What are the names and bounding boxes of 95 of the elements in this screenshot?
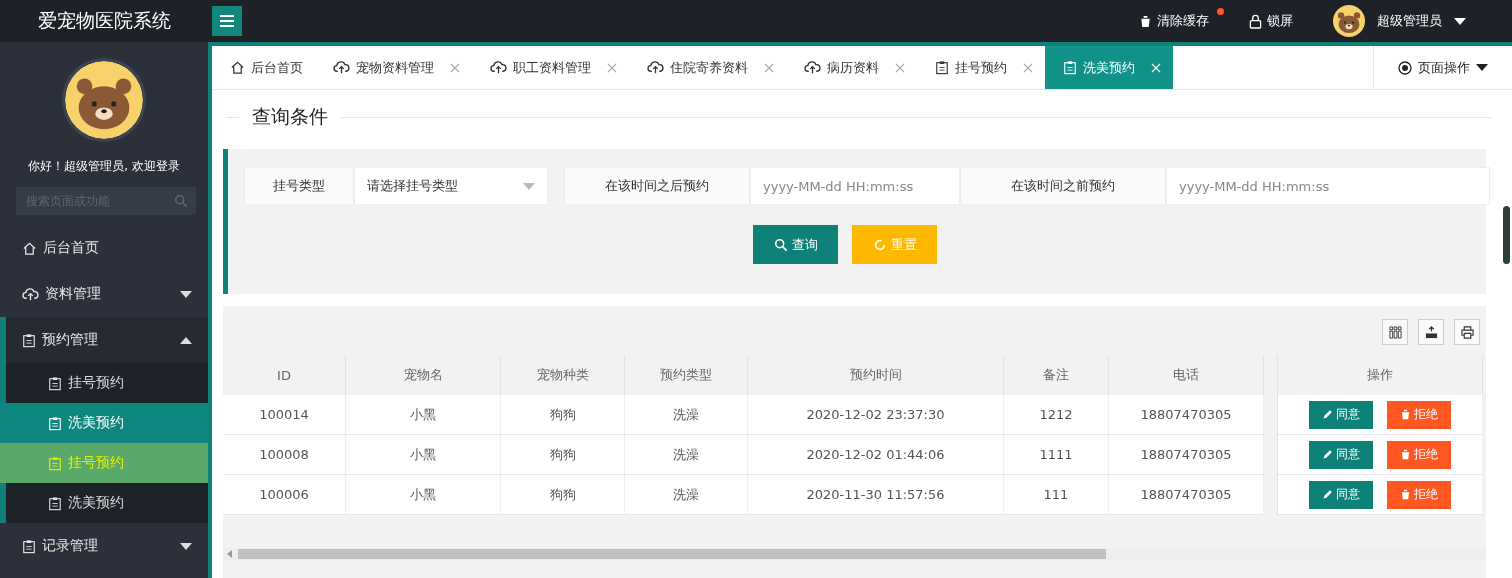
sidebar-subitem[interactable]: 洗美预约 (6, 483, 208, 523)
table-cell: 2020-12-02 01:44:06 (748, 435, 1004, 475)
table-cell: 1111 (1004, 435, 1109, 475)
table-cell: 洗澡 (625, 475, 748, 515)
vertical-scrollbar[interactable] (1503, 206, 1510, 264)
table-cell: 111 (1004, 475, 1109, 515)
avatar-icon (1333, 5, 1365, 37)
clipboard-icon (48, 495, 62, 511)
approve-button[interactable]: 同意 (1309, 400, 1373, 429)
radio-icon (1398, 60, 1412, 75)
sidebar-item[interactable]: 资料管理 (0, 271, 208, 317)
grid-icon (1388, 325, 1402, 339)
field-label: 在该时间之后预约 (564, 167, 750, 205)
clipboard-icon (22, 332, 36, 348)
select-field[interactable]: 请选择挂号类型 (354, 167, 548, 205)
search-icon (773, 237, 788, 252)
page-tab[interactable]: 住院寄养资料 (629, 46, 786, 89)
field-label: 在该时间之前预约 (960, 167, 1166, 205)
pencil-icon (1322, 409, 1333, 420)
search-button[interactable]: 查询 (753, 225, 838, 264)
search-icon (174, 194, 188, 208)
menu-icon (219, 14, 235, 28)
page-tab[interactable]: 职工资料管理 (472, 46, 629, 89)
table-cell: 1212 (1004, 395, 1109, 435)
table-cell: 18807470305 (1109, 475, 1264, 515)
caret-icon (1454, 17, 1466, 25)
cloud-upload-icon (647, 60, 664, 75)
page-tab[interactable]: 洗美预约 (1045, 46, 1173, 89)
datetime-field[interactable]: yyyy-MM-dd HH:mm:ss (1166, 167, 1490, 205)
cloud-upload-icon (22, 286, 39, 302)
trash-icon (1139, 14, 1152, 28)
approve-button[interactable]: 同意 (1309, 480, 1373, 509)
sidebar-subitem[interactable]: 洗美预约 (0, 403, 208, 443)
table-cell: 狗狗 (501, 435, 625, 475)
refresh-icon (872, 237, 887, 252)
table-cell: 小黑 (346, 395, 501, 435)
sidebar-item[interactable]: 后台首页 (0, 225, 208, 271)
table-cell: 18807470305 (1109, 435, 1264, 475)
section-title: 查询条件 (252, 104, 328, 129)
table-cell: 100008 (223, 435, 346, 475)
avatar-icon (62, 58, 146, 142)
table-cell: 18807470305 (1109, 395, 1264, 435)
table-cell: 2020-11-30 11:57:56 (748, 475, 1004, 515)
page-tab[interactable]: 病历资料 (786, 46, 917, 89)
sidebar-subitem[interactable]: 挂号预约 (6, 363, 208, 403)
pencil-icon (1322, 449, 1333, 460)
lock-button[interactable]: 锁屏 (1243, 11, 1299, 31)
table-cell: 100006 (223, 475, 346, 515)
trash-button[interactable]: 清除缓存 (1133, 11, 1215, 31)
approve-button[interactable]: 同意 (1309, 440, 1373, 469)
datetime-field[interactable]: yyyy-MM-dd HH:mm:ss (750, 167, 960, 205)
clipboard-icon (48, 455, 62, 471)
column-header: 操作 (1277, 355, 1483, 395)
clipboard-icon (22, 538, 36, 554)
clipboard-icon (48, 415, 62, 431)
app-title: 爱宠物医院系统 (37, 8, 172, 33)
trash-icon (1400, 449, 1411, 460)
export-icon (1424, 325, 1438, 339)
table-cell: 100014 (223, 395, 346, 435)
lock-icon (1249, 13, 1262, 29)
user-menu[interactable]: 超级管理员 (1327, 4, 1472, 38)
trash-icon (1400, 489, 1411, 500)
page-actions-button[interactable]: 页面操作 (1373, 46, 1512, 89)
table-cell: 小黑 (346, 475, 501, 515)
horizontal-scrollbar[interactable] (223, 548, 1486, 560)
clipboard-icon (1063, 60, 1077, 75)
scroll-left-icon[interactable] (227, 550, 232, 558)
home-icon (22, 240, 37, 256)
columns-button[interactable] (1382, 319, 1408, 345)
page-tab[interactable]: 后台首页 (212, 46, 315, 89)
cloud-upload-icon (490, 60, 507, 75)
table-cell: 狗狗 (501, 395, 625, 435)
print-icon (1460, 325, 1474, 339)
menu-button[interactable] (212, 6, 242, 36)
table-cell: 狗狗 (501, 475, 625, 515)
sidebar-item[interactable]: 记录管理 (0, 523, 208, 569)
trash-icon (1400, 409, 1411, 420)
clipboard-icon (935, 60, 949, 75)
table-cell: 洗澡 (625, 435, 748, 475)
page-tab[interactable]: 宠物资料管理 (315, 46, 472, 89)
cloud-upload-icon (333, 60, 350, 75)
page-tab[interactable]: 挂号预约 (917, 46, 1045, 89)
field-label: 挂号类型 (244, 167, 354, 205)
caret-icon (523, 182, 535, 190)
caret-icon (1476, 64, 1488, 71)
table-cell: 洗澡 (625, 395, 748, 435)
home-icon (230, 60, 245, 75)
print-button[interactable] (1454, 319, 1480, 345)
table-cell: 2020-12-02 23:37:30 (748, 395, 1004, 435)
pencil-icon (1322, 489, 1333, 500)
welcome-text: 你好！超级管理员, 欢迎登录 (27, 158, 181, 175)
clipboard-icon (48, 375, 62, 391)
table-cell: 小黑 (346, 435, 501, 475)
cloud-upload-icon (804, 60, 821, 75)
export-button[interactable] (1418, 319, 1444, 345)
